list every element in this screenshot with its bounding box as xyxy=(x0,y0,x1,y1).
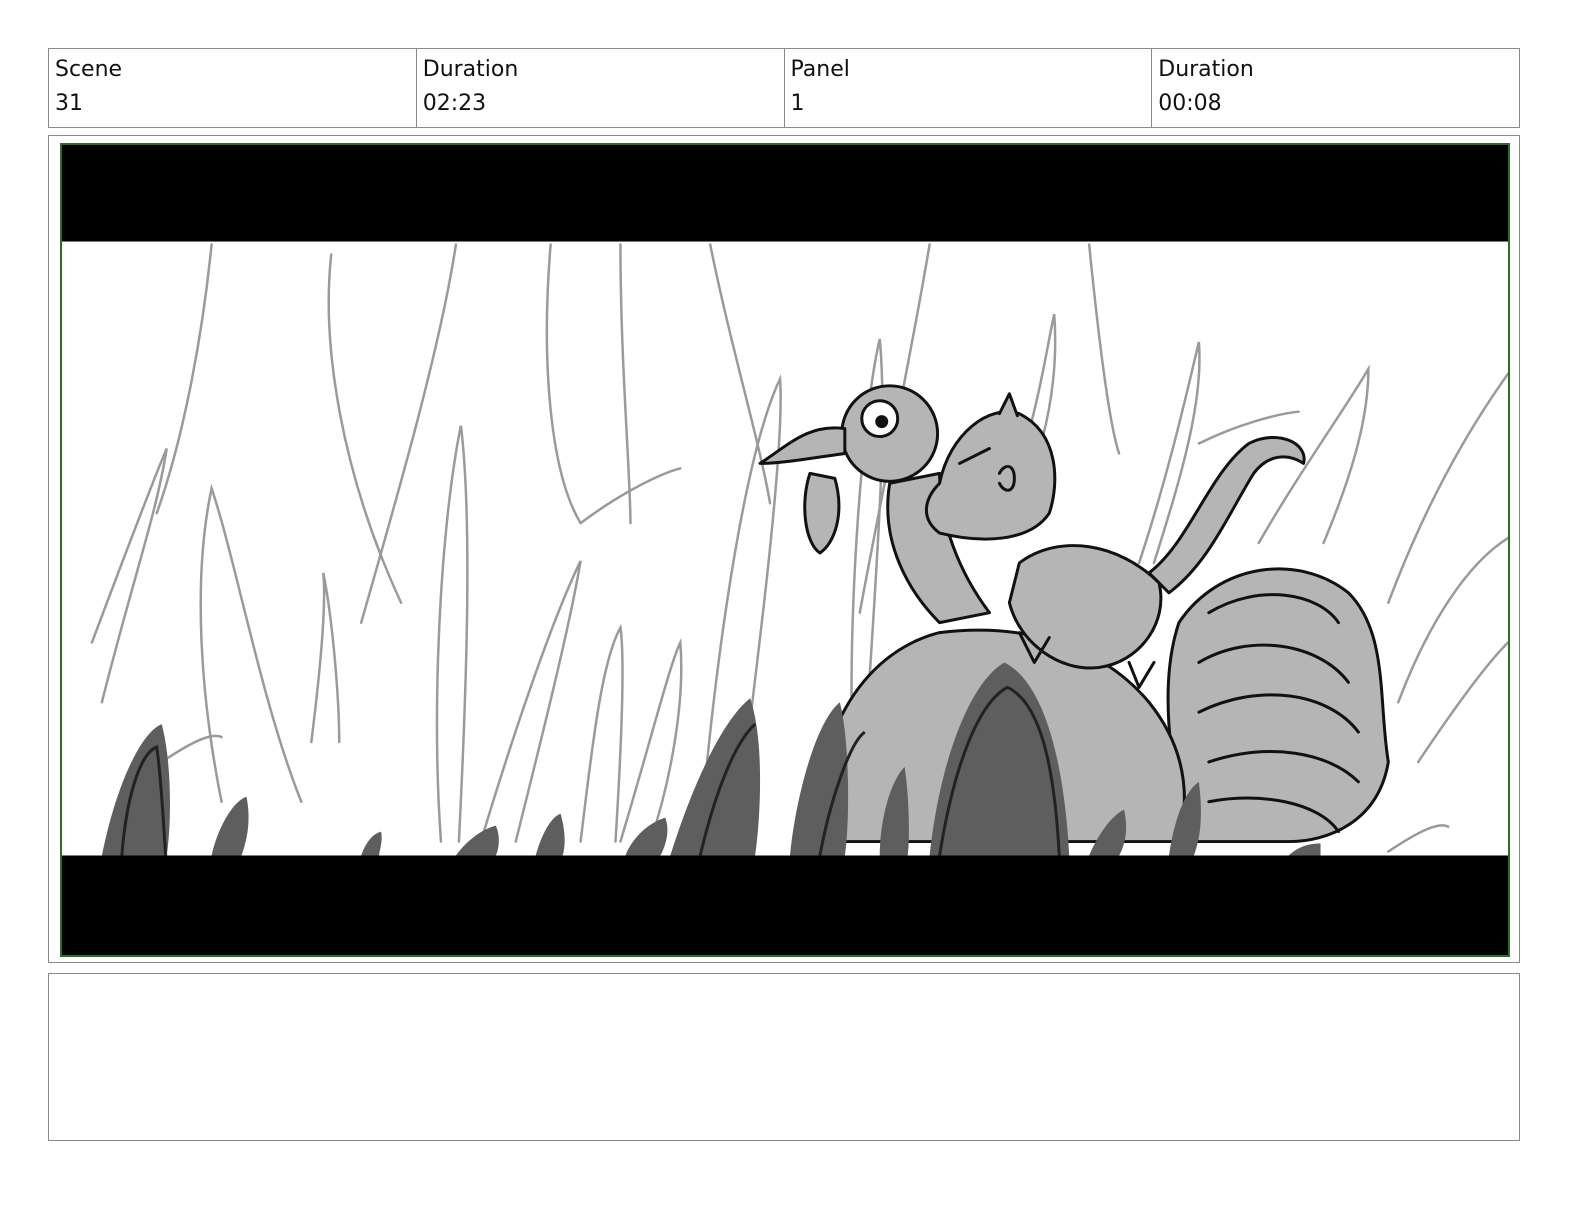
lizard-head xyxy=(924,410,1057,541)
scene-duration-cell: Duration 02:23 xyxy=(417,49,785,127)
panel-cell: Panel 1 xyxy=(785,49,1153,127)
storyboard-header: Scene 31 Duration 02:23 Panel 1 Duration… xyxy=(48,48,1520,128)
turkey-beak xyxy=(758,426,847,465)
scene-number: 31 xyxy=(55,91,83,116)
scene-duration-label: Duration xyxy=(422,57,519,82)
scene-cell: Scene 31 xyxy=(49,49,417,127)
panel-label: Panel xyxy=(790,57,850,82)
panel-duration-cell: Duration 00:08 xyxy=(1152,49,1519,127)
panel-duration-value: 00:08 xyxy=(1158,91,1222,116)
turkey-wattle xyxy=(803,471,841,555)
storyboard-drawing xyxy=(60,143,1510,957)
panel-number: 1 xyxy=(790,91,805,116)
scene-label: Scene xyxy=(55,57,123,82)
panel-image-frame xyxy=(48,135,1520,963)
panel-duration-label: Duration xyxy=(1158,57,1254,82)
letterbox-top xyxy=(62,145,1508,242)
scene-duration-value: 02:23 xyxy=(422,91,487,116)
sketch-illustration xyxy=(62,145,1508,955)
letterbox-bottom xyxy=(62,855,1508,955)
panel-notes-box xyxy=(48,973,1520,1141)
